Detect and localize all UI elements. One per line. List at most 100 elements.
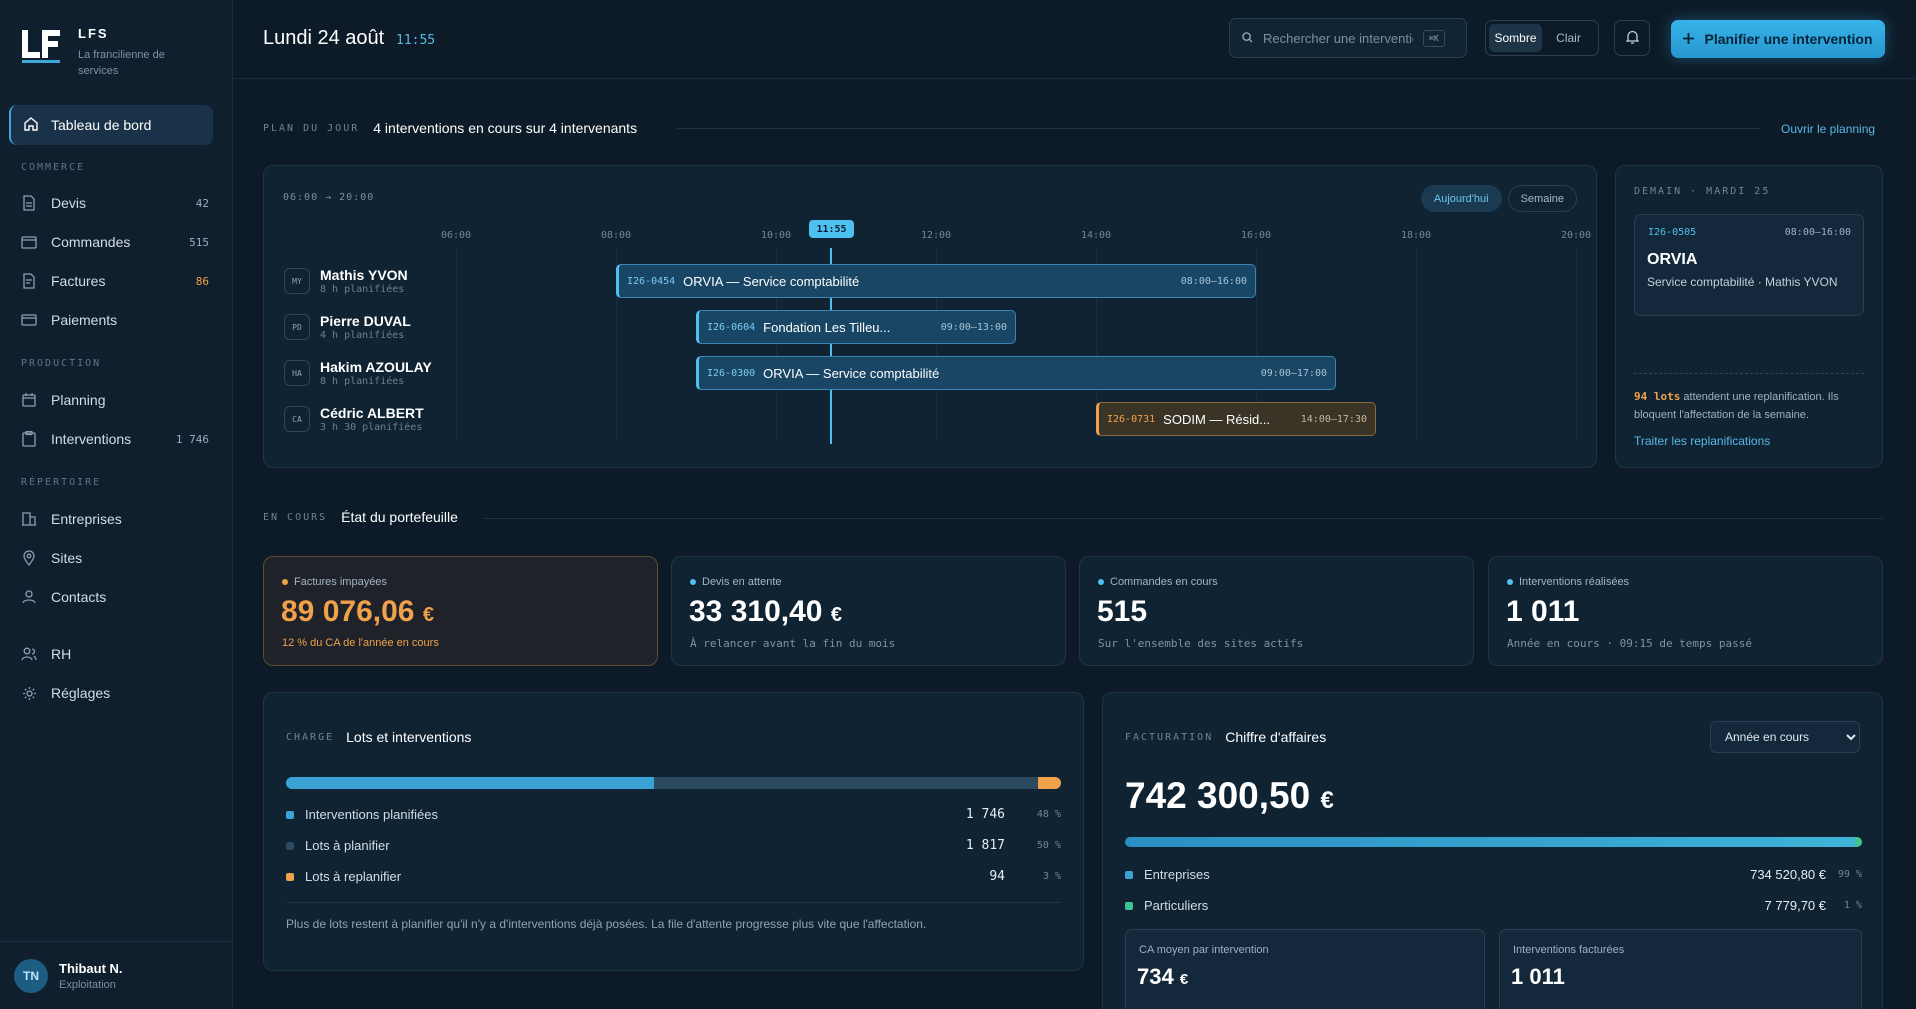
tomorrow-intervention-card[interactable]: I26-0505 08:00–16:00 ORVIA Service compt… xyxy=(1634,214,1864,316)
sidebar-item-reglages[interactable]: Réglages xyxy=(21,678,209,708)
process-replanning-link[interactable]: Traiter les replanifications xyxy=(1634,434,1770,448)
intervention-bar[interactable]: I26-0731 SODIM — Résid... 14:00–17:30 xyxy=(1096,402,1376,436)
intervention-label: SODIM — Résid... xyxy=(1163,411,1271,427)
panel-title: Chiffre d'affaires xyxy=(1225,729,1327,745)
sidebar-item-interventions[interactable]: Interventions 1 746 xyxy=(21,424,209,454)
revenue-segment xyxy=(1854,837,1862,847)
kpi-label: Devis en attente xyxy=(690,576,782,588)
technician-hours: 8 h planifiées xyxy=(320,376,405,387)
legend-value: 1 817 xyxy=(965,838,1005,853)
hour-label: 08:00 xyxy=(600,230,632,241)
view-today-button[interactable]: Aujourd'hui xyxy=(1420,185,1502,212)
user-role: Exploitation xyxy=(59,978,116,991)
notifications-button[interactable] xyxy=(1614,20,1650,56)
legend-label: Lots à planifier xyxy=(305,838,390,853)
document-icon xyxy=(21,195,37,211)
map-pin-icon xyxy=(21,550,37,566)
divider xyxy=(677,128,1760,129)
intervention-bar[interactable]: I26-0604 Fondation Les Tilleu... 09:00–13:… xyxy=(696,310,1016,344)
intervention-description: Service comptabilité · Mathis YVON xyxy=(1647,275,1838,289)
kpi-pending-quotes[interactable]: Devis en attente 33 310,40 € À relancer … xyxy=(671,556,1066,666)
legend-percent: 48 % xyxy=(1036,809,1061,820)
search-box[interactable]: ⌘K xyxy=(1229,18,1467,58)
period-select[interactable]: Année en cours xyxy=(1710,721,1860,753)
kpi-label: Interventions réalisées xyxy=(1507,576,1629,588)
status-dot xyxy=(282,579,288,585)
sidebar-item-devis[interactable]: Devis 42 xyxy=(21,188,209,218)
technician-row[interactable]: CA Cédric ALBERT 3 h 30 planifiées xyxy=(284,405,424,433)
plan-intervention-button[interactable]: Planifier une intervention xyxy=(1671,20,1885,58)
workload-note: Plus de lots restent à planifier qu'il n… xyxy=(286,917,927,931)
workload-panel: CHARGE Lots et interventions Interventio… xyxy=(263,692,1084,971)
credit-card-icon xyxy=(21,312,37,328)
panel-header: FACTURATION Chiffre d'affaires xyxy=(1125,729,1326,745)
sidebar-item-entreprises[interactable]: Entreprises xyxy=(21,504,209,534)
nav-section-repertoire: RÉPERTOIRE xyxy=(21,477,102,488)
plan-section-header: PLAN DU JOUR 4 interventions en cours su… xyxy=(263,120,637,136)
intervention-code: I26-0505 xyxy=(1648,227,1697,238)
intervention-bar[interactable]: I26-0300 ORVIA — Service comptabilité 09:0… xyxy=(696,356,1336,390)
legend-swatch xyxy=(286,872,294,881)
theme-dark-option[interactable]: Sombre xyxy=(1489,24,1542,52)
portfolio-section-header: EN COURS État du portefeuille xyxy=(263,509,458,525)
view-switcher[interactable]: Aujourd'hui Semaine xyxy=(1420,185,1577,212)
technician-row[interactable]: HA Hakim AZOULAY 8 h planifiées xyxy=(284,359,432,387)
technician-name: Cédric ALBERT xyxy=(320,405,424,421)
sidebar-item-rh[interactable]: RH xyxy=(21,639,209,669)
plus-icon xyxy=(1683,31,1695,47)
sidebar-item-dashboard[interactable]: Tableau de bord xyxy=(9,105,213,145)
bell-icon xyxy=(1624,30,1640,47)
legend-label: Particuliers xyxy=(1144,898,1209,913)
card-label: Interventions facturées xyxy=(1513,944,1625,956)
sidebar-item-label: Planning xyxy=(51,392,106,408)
technician-avatar: CA xyxy=(284,406,310,432)
kpi-orders-in-progress[interactable]: Commandes en cours 515 Sur l'ensemble de… xyxy=(1079,556,1474,666)
brand[interactable]: LFS La francilienne de services xyxy=(20,22,198,79)
user-profile[interactable]: TN Thibaut N. Exploitation xyxy=(0,941,233,1009)
billed-interventions-card: Interventions facturées 1 011 xyxy=(1499,929,1862,1009)
avatar: TN xyxy=(14,958,48,993)
legend-swatch xyxy=(1125,870,1133,879)
status-dot xyxy=(690,579,696,585)
sidebar-item-paiements[interactable]: Paiements xyxy=(21,305,209,335)
technician-row[interactable]: MY Mathis YVON 8 h planifiées xyxy=(284,267,408,295)
kpi-value: 1 011 xyxy=(1506,595,1580,628)
sidebar-item-label: Commandes xyxy=(51,234,131,250)
sidebar-item-factures[interactable]: Factures 86 xyxy=(21,266,209,296)
keyboard-shortcut: ⌘K xyxy=(1423,29,1445,47)
theme-light-option[interactable]: Clair xyxy=(1542,24,1595,52)
intervention-label: ORVIA — Service comptabilité xyxy=(763,365,940,381)
kpi-subtitle: À relancer avant la fin du mois xyxy=(690,637,896,650)
kpi-label: Factures impayées xyxy=(282,576,387,588)
replanning-count: 94 lots xyxy=(1634,390,1681,403)
search-input[interactable] xyxy=(1263,30,1413,46)
open-planning-link[interactable]: Ouvrir le planning xyxy=(1781,122,1875,136)
kpi-subtitle: 12 % du CA de l'année en cours xyxy=(282,637,439,649)
sidebar-item-sites[interactable]: Sites xyxy=(21,543,209,573)
sidebar-item-commandes[interactable]: Commandes 515 xyxy=(21,227,209,257)
sidebar-item-planning[interactable]: Planning xyxy=(21,385,209,415)
technician-hours: 4 h planifiées xyxy=(320,330,405,341)
legend-swatch xyxy=(1125,901,1133,910)
count-badge: 86 xyxy=(195,274,209,288)
kpi-value: 89 076,06 € xyxy=(281,595,434,628)
tomorrow-panel: DEMAIN · MARDI 25 I26-0505 08:00–16:00 O… xyxy=(1615,165,1883,468)
sidebar-item-contacts[interactable]: Contacts xyxy=(21,582,209,612)
kpi-completed-interventions[interactable]: Interventions réalisées 1 011 Année en c… xyxy=(1488,556,1883,666)
view-week-button[interactable]: Semaine xyxy=(1507,185,1577,212)
intervention-bar[interactable]: I26-0454 ORVIA — Service comptabilité 08:0… xyxy=(616,264,1256,298)
intervention-client: ORVIA xyxy=(1647,251,1698,268)
technician-name: Mathis YVON xyxy=(320,267,408,283)
technician-hours: 3 h 30 planifiées xyxy=(320,422,423,433)
invoice-icon xyxy=(21,273,37,289)
sidebar-item-label: Entreprises xyxy=(51,511,122,527)
sidebar-item-label: Sites xyxy=(51,550,83,566)
kpi-unpaid-invoices[interactable]: Factures impayées 89 076,06 € 12 % du CA… xyxy=(263,556,658,666)
nav-section-production: PRODUCTION xyxy=(21,358,102,369)
avg-revenue-card: CA moyen par intervention 734 € xyxy=(1125,929,1485,1009)
brand-logo xyxy=(20,22,64,66)
theme-toggle[interactable]: Sombre Clair xyxy=(1485,20,1599,56)
technician-row[interactable]: PD Pierre DUVAL 4 h planifiées xyxy=(284,313,411,341)
nav-section-commerce: COMMERCE xyxy=(21,162,86,173)
count-badge: 42 xyxy=(195,196,209,210)
